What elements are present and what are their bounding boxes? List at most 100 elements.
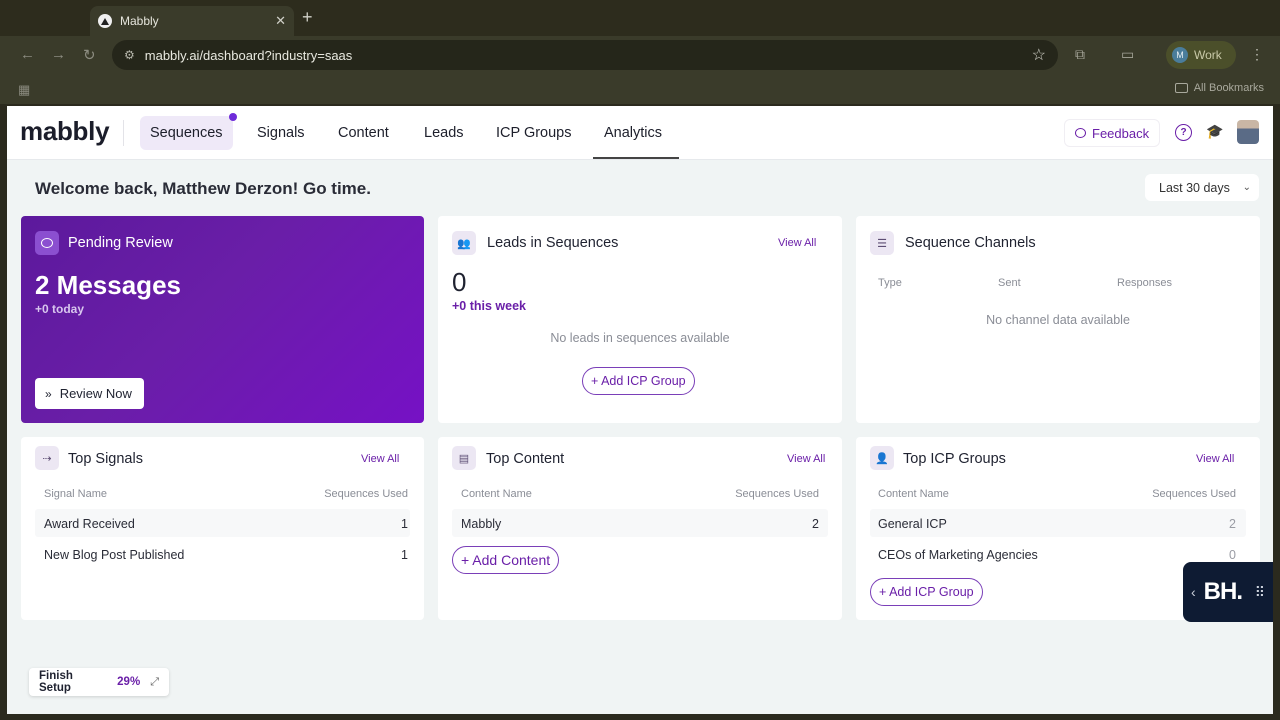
add-content-label: + Add Content: [461, 552, 551, 568]
help-icon[interactable]: ?: [1175, 124, 1192, 141]
leads-view-all[interactable]: View All: [778, 237, 816, 249]
column-sequences-used: Sequences Used: [735, 488, 819, 500]
dashboard-page: mabbly Sequences Signals Content Leads I…: [7, 106, 1273, 714]
message-icon: [35, 231, 59, 255]
document-icon: ▤: [452, 446, 476, 470]
pending-count: 2 Messages: [35, 270, 181, 300]
apps-grid-icon[interactable]: ▦: [18, 82, 30, 98]
content-name: Mabbly: [461, 517, 502, 531]
chat-bubble-icon: [1075, 128, 1086, 138]
browser-menu-icon[interactable]: ⋮: [1250, 46, 1264, 63]
url-text[interactable]: mabbly.ai/dashboard?industry=saas: [145, 48, 1032, 63]
column-sequences-used: Sequences Used: [324, 488, 408, 500]
leads-title: Leads in Sequences: [487, 235, 619, 251]
nav-icp-groups[interactable]: ICP Groups: [486, 116, 582, 150]
browser-tab-bar: Mabbly ✕ +: [0, 0, 1280, 36]
new-tab-icon[interactable]: +: [302, 7, 313, 28]
chevron-left-icon[interactable]: ‹: [1191, 584, 1196, 600]
top-content-card: ▤ Top Content View All Content Name Sequ…: [438, 437, 842, 620]
profile-label: Work: [1194, 48, 1222, 62]
icp-view-all[interactable]: View All: [1196, 453, 1234, 465]
nav-signals[interactable]: Signals: [247, 116, 315, 150]
favicon-icon: [98, 14, 112, 28]
column-sent: Sent: [998, 277, 1021, 289]
forward-icon[interactable]: →: [51, 46, 66, 63]
bookmarks-bar: ▦ All Bookmarks: [0, 76, 1280, 104]
pending-today: +0 today: [35, 302, 85, 316]
close-tab-icon[interactable]: ✕: [275, 13, 286, 29]
profile-chip[interactable]: M Work: [1166, 41, 1236, 69]
all-bookmarks[interactable]: All Bookmarks: [1174, 82, 1264, 94]
column-responses: Responses: [1117, 277, 1173, 289]
active-tab-underline: [593, 157, 679, 159]
expand-icon[interactable]: ⤢: [150, 676, 159, 689]
chevron-down-icon: ⌄: [1242, 182, 1251, 193]
channels-empty-text: No channel data available: [986, 313, 1130, 327]
review-now-button[interactable]: » Review Now: [35, 378, 144, 409]
top-signals-title: Top Signals: [68, 451, 143, 467]
date-range-value: Last 30 days: [1159, 180, 1230, 195]
all-bookmarks-label: All Bookmarks: [1193, 82, 1264, 94]
nav-leads[interactable]: Leads: [414, 116, 474, 150]
column-content-name: Content Name: [461, 488, 532, 500]
content-count: 2: [812, 517, 819, 531]
signal-count: 1: [401, 517, 408, 531]
profile-avatar: M: [1172, 47, 1188, 63]
mabbly-logo[interactable]: mabbly: [20, 116, 110, 147]
browser-toolbar: ← → ↻ ⚙ mabbly.ai/dashboard?industry=saa…: [0, 36, 1280, 76]
reload-icon[interactable]: ↻: [83, 46, 96, 64]
signal-name: New Blog Post Published: [44, 548, 185, 562]
finish-setup-widget[interactable]: Finish Setup 29% ⤢: [29, 668, 169, 696]
leads-this-week: +0 this week: [452, 299, 526, 313]
column-sequences-used: Sequences Used: [1152, 488, 1236, 500]
extensions-icon[interactable]: ⧉: [1075, 46, 1085, 63]
add-icp-group-button[interactable]: + Add ICP Group: [870, 578, 983, 606]
signal-count: 1: [401, 548, 408, 562]
nav-analytics[interactable]: Analytics: [594, 116, 672, 150]
add-icp-group-label: + Add ICP Group: [879, 585, 974, 599]
nav-sequences[interactable]: Sequences: [140, 116, 233, 150]
bh-logo: BH.: [1203, 578, 1243, 605]
add-icp-group-button[interactable]: + Add ICP Group: [582, 367, 695, 395]
drag-handle-icon[interactable]: ⠿: [1255, 584, 1265, 601]
back-icon[interactable]: ←: [20, 46, 35, 63]
graduation-cap-icon[interactable]: 🎓: [1206, 123, 1223, 140]
site-info-icon[interactable]: ⚙: [124, 48, 135, 62]
add-icp-group-label: + Add ICP Group: [591, 374, 686, 388]
nav-content[interactable]: Content: [328, 116, 399, 150]
table-row[interactable]: [452, 509, 828, 537]
icp-name: CEOs of Marketing Agencies: [878, 548, 1038, 562]
notification-dot: [229, 113, 237, 121]
feedback-button[interactable]: Feedback: [1064, 119, 1161, 147]
channels-title: Sequence Channels: [905, 235, 1036, 251]
pending-review-card: Pending Review 2 Messages +0 today » Rev…: [21, 216, 424, 423]
window-bottom-edge: [0, 714, 1280, 720]
signal-icon: ⇢: [35, 446, 59, 470]
address-bar[interactable]: ⚙ mabbly.ai/dashboard?industry=saas ☆: [112, 40, 1058, 70]
person-icon: 👤: [870, 446, 894, 470]
welcome-heading: Welcome back, Matthew Derzon! Go time.: [35, 179, 371, 198]
leads-card: 👥 Leads in Sequences View All 0 +0 this …: [438, 216, 842, 423]
signals-view-all[interactable]: View All: [361, 453, 399, 465]
bh-floating-widget[interactable]: ‹ BH. ⠿: [1183, 562, 1273, 622]
icp-name: General ICP: [878, 517, 947, 531]
add-content-button[interactable]: + Add Content: [452, 546, 560, 574]
date-range-select[interactable]: Last 30 days ⌄: [1145, 174, 1259, 201]
review-now-label: Review Now: [59, 386, 132, 401]
tab-title: Mabbly: [120, 14, 159, 28]
cast-icon[interactable]: ▭: [1121, 46, 1134, 63]
feedback-label: Feedback: [1092, 125, 1150, 141]
column-content-name: Content Name: [878, 488, 949, 500]
bookmark-star-icon[interactable]: ☆: [1032, 45, 1046, 65]
finish-setup-label: Finish Setup: [39, 670, 73, 694]
content-view-all[interactable]: View All: [787, 453, 825, 465]
user-avatar[interactable]: [1237, 120, 1259, 144]
leads-count: 0: [452, 267, 467, 297]
browser-tab[interactable]: Mabbly ✕: [90, 6, 294, 36]
app-navbar: mabbly Sequences Signals Content Leads I…: [7, 106, 1273, 160]
column-signal-name: Signal Name: [44, 488, 107, 500]
signal-name: Award Received: [44, 517, 135, 531]
pending-review-title: Pending Review: [68, 235, 173, 251]
top-content-title: Top Content: [486, 451, 565, 467]
icp-count: 2: [1229, 517, 1236, 531]
